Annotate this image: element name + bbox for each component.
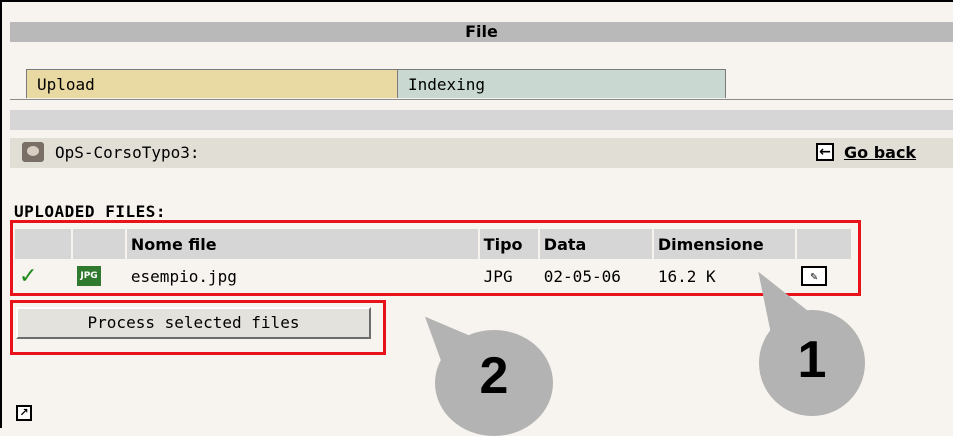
external-link-icon[interactable]: ↗ bbox=[16, 405, 32, 421]
highlight-box-table bbox=[10, 220, 861, 296]
folder-page-icon bbox=[22, 142, 44, 162]
tab-bar: Upload Indexing bbox=[10, 69, 953, 100]
section-title: UPLOADED FILES: bbox=[14, 202, 166, 221]
tab-upload[interactable]: Upload bbox=[26, 69, 398, 98]
current-path: OpS-CorsoTypo3: bbox=[55, 143, 200, 162]
highlight-box-button bbox=[10, 300, 386, 355]
separator-band bbox=[10, 110, 953, 130]
path-bar: OpS-CorsoTypo3: ← Go back bbox=[10, 138, 953, 168]
page-title: File bbox=[10, 22, 953, 42]
callout-bubble-2: 2 bbox=[435, 330, 553, 436]
arrow-left-icon[interactable]: ← bbox=[816, 143, 834, 161]
callout-bubble-1: 1 bbox=[759, 310, 865, 416]
window-top-border bbox=[0, 0, 953, 2]
go-back-link[interactable]: Go back bbox=[844, 138, 916, 168]
tab-indexing[interactable]: Indexing bbox=[397, 69, 726, 98]
window-left-border bbox=[0, 0, 2, 428]
